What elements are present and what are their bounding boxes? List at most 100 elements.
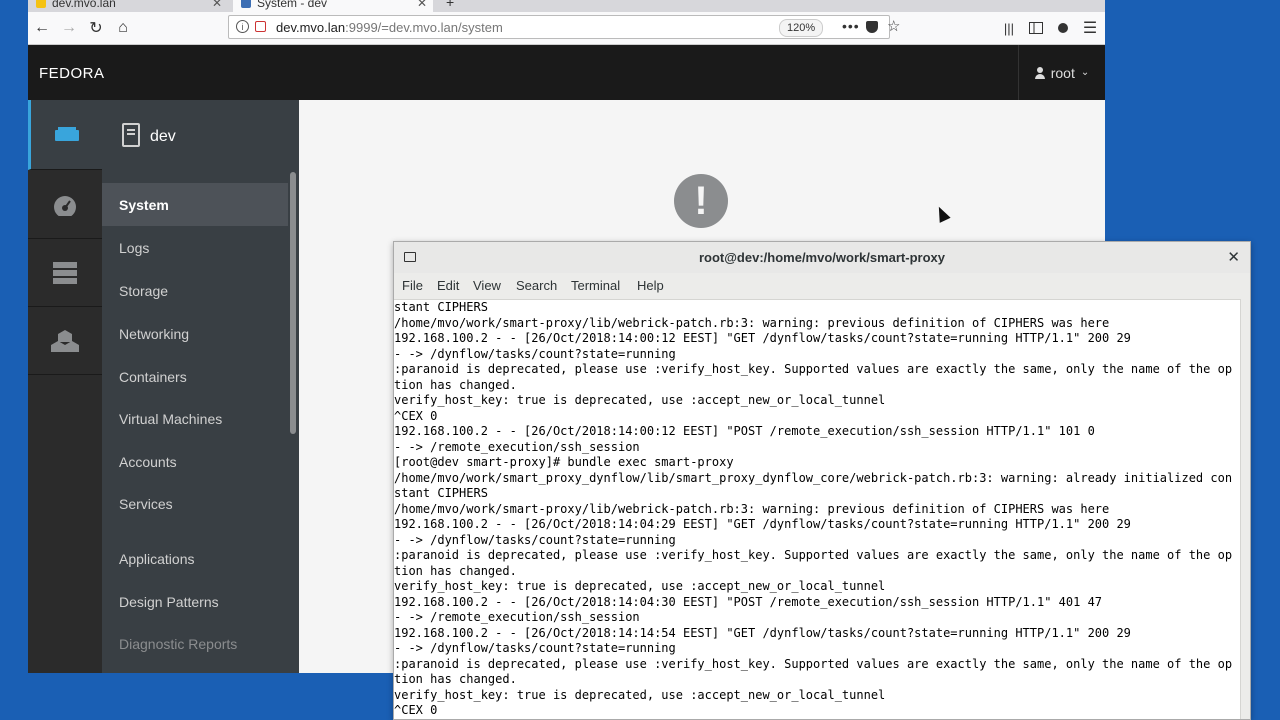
- hamburger-menu-icon[interactable]: ☰: [1079, 17, 1101, 39]
- cubes-icon: [51, 329, 79, 352]
- server-rack-icon: [53, 261, 77, 284]
- terminal-titlebar[interactable]: root@dev:/home/mvo/work/smart-proxy ✕: [394, 242, 1250, 274]
- server-stack-icon: [54, 126, 79, 141]
- reload-icon[interactable]: ↻: [85, 17, 107, 39]
- terminal-line: 192.168.100.2 - - [26/Oct/2018:14:14:54 …: [394, 625, 1131, 640]
- sidebar-toggle-icon[interactable]: [1025, 17, 1047, 39]
- terminal-output[interactable]: stant CIPHERS/home/mvo/work/smart-proxy/…: [394, 299, 1243, 719]
- bookmark-star-icon[interactable]: ☆: [887, 17, 900, 35]
- tab-label: System - dev: [257, 0, 328, 10]
- user-name: root: [1050, 64, 1075, 81]
- sidebar-item-accounts[interactable]: Accounts: [102, 440, 288, 483]
- terminal-title: root@dev:/home/mvo/work/smart-proxy: [698, 250, 945, 265]
- sidebar-item-storage[interactable]: Storage: [102, 269, 288, 312]
- menu-terminal[interactable]: Terminal: [571, 278, 620, 293]
- tab-close-icon[interactable]: ✕: [417, 0, 427, 10]
- rail-containers-button[interactable]: [28, 307, 102, 375]
- chevron-down-icon: ⌄: [1080, 67, 1090, 78]
- sidebar-item-virtual-machines[interactable]: Virtual Machines: [102, 397, 288, 440]
- sidebar-item-diagnostic-reports[interactable]: Diagnostic Reports: [102, 622, 288, 665]
- sidebar-item-networking[interactable]: Networking: [102, 312, 288, 355]
- terminal-line: ^CEX 0: [394, 408, 438, 423]
- home-icon[interactable]: ⌂: [112, 17, 134, 39]
- insecure-lock-icon[interactable]: [255, 21, 266, 32]
- terminal-menubar: File Edit View Search Terminal Help: [394, 273, 1250, 300]
- sidebar-item-containers[interactable]: Containers: [102, 355, 288, 398]
- sidebar-menu: System Logs Storage Networking Container…: [102, 170, 288, 673]
- sidebar-item-system[interactable]: System: [102, 183, 288, 226]
- server-icon: [122, 123, 140, 147]
- terminal-line: verify_host_key: true is deprecated, use…: [394, 579, 886, 593]
- menu-search[interactable]: Search: [516, 278, 557, 293]
- tab-favicon-icon: [241, 0, 251, 8]
- terminal-line: /home/mvo/work/smart_proxy_dynflow/lib/s…: [394, 470, 1233, 485]
- terminal-line: - -> /remote_execution/ssh_session: [394, 610, 640, 624]
- menu-help[interactable]: Help: [637, 278, 664, 293]
- page-actions-more-icon[interactable]: •••: [842, 18, 860, 34]
- terminal-line: verify_host_key: true is deprecated, use…: [394, 687, 886, 702]
- sidebar-item-services[interactable]: Services: [102, 482, 288, 525]
- sidebar-item-applications[interactable]: Applications: [102, 537, 288, 580]
- terminal-line: stant CIPHERS: [394, 486, 488, 500]
- sidebar-item-design-patterns[interactable]: Design Patterns: [102, 580, 288, 623]
- terminal-line: tion has changed.: [394, 672, 517, 686]
- brand-logo: FEDORA: [39, 65, 105, 82]
- terminal-line: tion has changed.: [394, 377, 517, 392]
- user-icon: [1034, 66, 1045, 79]
- forward-arrow-icon[interactable]: →: [58, 17, 80, 39]
- navigation-toolbar: ← → ↻ ⌂ i dev.mvo.lan:9999/=dev.mvo.lan/…: [28, 12, 1105, 45]
- menu-file[interactable]: File: [402, 278, 423, 293]
- machine-icon-rail: [28, 100, 102, 673]
- terminal-line: - -> /remote_execution/ssh_session: [394, 439, 640, 454]
- sidebar-scrollbar-thumb[interactable]: [290, 172, 296, 434]
- terminal-line: tion has changed.: [394, 563, 517, 578]
- warning-exclamation-icon: !: [674, 174, 728, 228]
- tab-close-icon[interactable]: ✕: [212, 0, 222, 10]
- site-info-icon[interactable]: i: [236, 20, 249, 33]
- extension-icon[interactable]: [1052, 17, 1074, 39]
- terminal-line: /home/mvo/work/smart-proxy/lib/webrick-p…: [394, 315, 1110, 330]
- menu-view[interactable]: View: [473, 278, 501, 293]
- terminal-line: [root@dev smart-proxy]# bundle exec smar…: [394, 455, 734, 469]
- top-bar: FEDORA root ⌄: [28, 45, 1105, 100]
- rail-cluster-button[interactable]: [28, 239, 102, 307]
- new-tab-button[interactable]: +: [446, 0, 454, 10]
- terminal-line: :paranoid is deprecated, please use :ver…: [394, 656, 1233, 671]
- url-text[interactable]: dev.mvo.lan:9999/=dev.mvo.lan/system: [276, 20, 503, 35]
- tab-label: dev.mvo.lan: [52, 0, 116, 10]
- terminal-scrollbar[interactable]: [1240, 299, 1250, 719]
- terminal-line: /home/mvo/work/smart-proxy/lib/webrick-p…: [394, 501, 1110, 516]
- terminal-line: 192.168.100.2 - - [26/Oct/2018:14:04:30 …: [394, 594, 1103, 609]
- sidebar-item-logs[interactable]: Logs: [102, 226, 288, 269]
- sidebar-scrollbar[interactable]: [288, 170, 299, 673]
- pocket-icon[interactable]: [866, 21, 878, 33]
- terminal-line: 192.168.100.2 - - [26/Oct/2018:14:00:12 …: [394, 331, 1131, 345]
- terminal-line: :paranoid is deprecated, please use :ver…: [394, 548, 1233, 562]
- user-menu[interactable]: root ⌄: [1018, 45, 1105, 100]
- terminal-line: 192.168.100.2 - - [26/Oct/2018:14:00:12 …: [394, 424, 1095, 438]
- library-icon[interactable]: |||: [998, 17, 1020, 39]
- close-icon[interactable]: ✕: [1227, 248, 1240, 266]
- terminal-line: - -> /dynflow/tasks/count?state=running: [394, 346, 676, 361]
- terminal-line: - -> /dynflow/tasks/count?state=running: [394, 641, 676, 655]
- dashboard-gauge-icon: [54, 195, 76, 216]
- terminal-line: - -> /dynflow/tasks/count?state=running: [394, 532, 676, 547]
- rail-dashboard-button[interactable]: [28, 171, 102, 239]
- terminal-line: :paranoid is deprecated, please use :ver…: [394, 362, 1233, 376]
- terminal-window[interactable]: root@dev:/home/mvo/work/smart-proxy ✕ Fi…: [393, 241, 1251, 720]
- terminal-line: verify_host_key: true is deprecated, use…: [394, 393, 886, 407]
- menu-edit[interactable]: Edit: [437, 278, 459, 293]
- rail-host-button[interactable]: [28, 100, 102, 170]
- tab-dev-mvo-lan[interactable]: dev.mvo.lan ✕: [28, 0, 228, 12]
- back-arrow-icon[interactable]: ←: [31, 17, 53, 39]
- terminal-line: ^CEX 0: [394, 703, 438, 717]
- tab-strip: dev.mvo.lan ✕ System - dev ✕ +: [28, 0, 1105, 12]
- host-name: dev: [150, 128, 176, 145]
- tab-favicon-icon: [36, 0, 46, 8]
- host-header[interactable]: dev: [102, 100, 299, 170]
- url-bar[interactable]: i dev.mvo.lan:9999/=dev.mvo.lan/system 1…: [228, 15, 900, 39]
- terminal-line: stant CIPHERS: [394, 300, 488, 314]
- zoom-level-badge[interactable]: 120%: [779, 19, 824, 37]
- tab-system-dev[interactable]: System - dev ✕: [233, 0, 433, 12]
- terminal-line: 192.168.100.2 - - [26/Oct/2018:14:04:29 …: [394, 517, 1131, 531]
